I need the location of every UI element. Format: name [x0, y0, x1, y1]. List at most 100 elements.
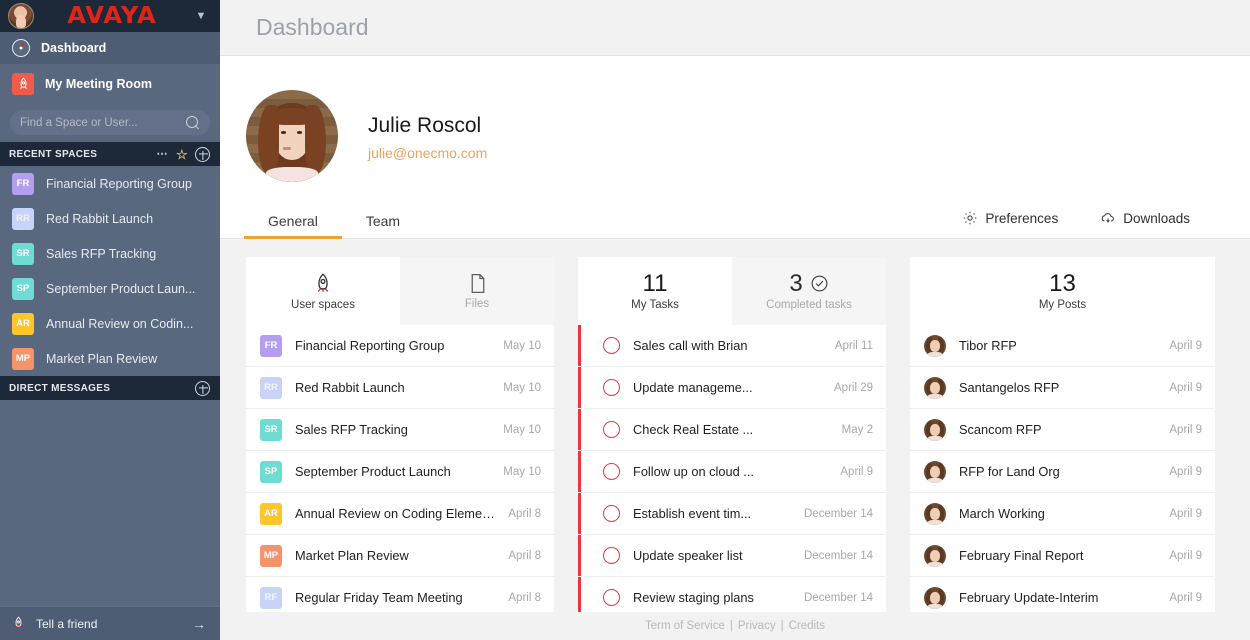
tab-team[interactable]: Team	[342, 207, 424, 238]
tab-general[interactable]: General	[244, 207, 342, 239]
main-area: Dashboard Julie Roscol julie@onecmo.com …	[220, 0, 1250, 640]
list-item-date: April 8	[508, 507, 541, 520]
post-row[interactable]: February Final Report April 9	[910, 535, 1215, 577]
list-item[interactable]: FR Financial Reporting Group May 10	[246, 325, 554, 367]
footer-credits-link[interactable]: Credits	[789, 620, 825, 632]
top-bar: Dashboard	[220, 0, 1250, 56]
post-row[interactable]: Tibor RFP April 9	[910, 325, 1215, 367]
post-row[interactable]: February Update-Interim April 9	[910, 577, 1215, 612]
plus-circle-icon[interactable]	[195, 146, 210, 162]
avatar[interactable]	[246, 90, 338, 182]
post-author-avatar	[924, 586, 946, 609]
tab-my-posts[interactable]: 13 My Posts	[910, 257, 1215, 325]
post-row[interactable]: March Working April 9	[910, 493, 1215, 535]
space-initials-badge: RF	[260, 586, 282, 609]
space-name: Market Plan Review	[46, 351, 158, 366]
my-posts-count: 13	[1049, 269, 1076, 297]
tab-user-spaces-label: User spaces	[291, 298, 355, 311]
task-row[interactable]: Update speaker list December 14	[578, 535, 886, 577]
ellipsis-icon[interactable]: ⋯	[157, 148, 170, 160]
task-checkbox[interactable]	[603, 379, 620, 396]
plus-circle-icon[interactable]	[195, 380, 210, 396]
profile-info: Julie Roscol julie@onecmo.com	[368, 111, 487, 160]
tasks-list: Sales call with Brian April 11 Update mana…	[578, 325, 886, 612]
post-row[interactable]: Santangelos RFP April 9	[910, 367, 1215, 409]
task-checkbox[interactable]	[603, 589, 620, 606]
task-row[interactable]: Sales call with Brian April 11	[578, 325, 886, 367]
task-date: December 14	[803, 591, 873, 604]
list-item[interactable]: SR Sales RFP Tracking May 10	[246, 409, 554, 451]
sidebar-space-item[interactable]: SP September Product Laun...	[0, 271, 220, 306]
list-item[interactable]: AR Annual Review on Coding Elements April …	[246, 493, 554, 535]
spaces-card: User spaces Files FR Financial Reporting …	[246, 257, 554, 612]
tell-a-friend-button[interactable]: Tell a friend →	[0, 606, 220, 640]
task-date: May 2	[841, 423, 873, 436]
downloads-button[interactable]: Downloads	[1100, 204, 1190, 238]
space-initials-badge: MP	[12, 347, 34, 370]
task-date: December 14	[803, 549, 873, 562]
preferences-button[interactable]: Preferences	[962, 204, 1058, 238]
space-name: Financial Reporting Group	[46, 176, 192, 191]
task-row[interactable]: Update manageme... April 29	[578, 367, 886, 409]
gauge-icon	[12, 39, 30, 57]
sidebar-space-item[interactable]: FR Financial Reporting Group	[0, 166, 220, 201]
task-checkbox[interactable]	[603, 337, 620, 354]
search-input[interactable]	[20, 116, 186, 129]
task-checkbox[interactable]	[603, 463, 620, 480]
completed-tasks-count: 3	[789, 269, 803, 297]
task-name: Review staging plans	[633, 590, 754, 605]
sidebar-item-my-meeting-room[interactable]: My Meeting Room	[0, 64, 220, 104]
tasks-card-tabs: 11 My Tasks 3 Completed tasks	[578, 257, 886, 325]
search-icon[interactable]	[186, 115, 200, 130]
star-icon[interactable]: ☆	[176, 148, 188, 161]
list-item[interactable]: RR Red Rabbit Launch May 10	[246, 367, 554, 409]
profile-email[interactable]: julie@onecmo.com	[368, 145, 487, 161]
tab-my-tasks[interactable]: 11 My Tasks	[578, 257, 732, 325]
task-row[interactable]: Check Real Estate ... May 2	[578, 409, 886, 451]
space-initials-badge: AR	[12, 312, 34, 335]
sidebar-search-wrap	[0, 104, 220, 142]
list-item[interactable]: SP September Product Launch May 10	[246, 451, 554, 493]
tab-user-spaces[interactable]: User spaces	[246, 257, 400, 325]
post-row[interactable]: RFP for Land Org April 9	[910, 451, 1215, 493]
list-item-date: May 10	[503, 339, 541, 352]
footer: Term of Service | Privacy | Credits	[220, 612, 1250, 640]
profile-section: Julie Roscol julie@onecmo.com General Te…	[220, 56, 1250, 239]
direct-messages-label: DIRECT MESSAGES	[9, 382, 111, 394]
task-checkbox[interactable]	[603, 421, 620, 438]
tab-files[interactable]: Files	[400, 257, 554, 325]
sidebar-space-item[interactable]: MP Market Plan Review	[0, 341, 220, 376]
task-date: December 14	[803, 507, 873, 520]
list-item-date: May 10	[503, 465, 541, 478]
tab-completed-tasks[interactable]: 3 Completed tasks	[732, 257, 886, 325]
sidebar-header: AVAYA ▼	[0, 0, 220, 32]
file-icon	[471, 274, 484, 293]
list-item[interactable]: MP Market Plan Review April 8	[246, 535, 554, 577]
sidebar-space-item[interactable]: RR Red Rabbit Launch	[0, 201, 220, 236]
recent-spaces-label: RECENT SPACES	[9, 148, 98, 160]
arrow-right-icon[interactable]: →	[192, 616, 206, 632]
list-item-name: Financial Reporting Group	[295, 338, 445, 353]
task-row[interactable]: Follow up on cloud ... April 9	[578, 451, 886, 493]
task-checkbox[interactable]	[603, 547, 620, 564]
app-root: AVAYA ▼ Dashboard My Meeting Room Find a…	[0, 0, 1250, 640]
search-box[interactable]	[10, 110, 210, 135]
space-initials-badge: FR	[260, 334, 282, 357]
space-initials-badge: RR	[12, 207, 34, 230]
sidebar-space-item[interactable]: SR Sales RFP Tracking	[0, 236, 220, 271]
sidebar-item-label-meeting-room: My Meeting Room	[45, 77, 152, 91]
tab-completed-tasks-label: Completed tasks	[766, 298, 852, 311]
sidebar-item-dashboard[interactable]: Dashboard	[0, 32, 220, 64]
task-checkbox[interactable]	[603, 505, 620, 522]
list-item[interactable]: RF Regular Friday Team Meeting April 8	[246, 577, 554, 612]
post-name: Scancom RFP	[959, 422, 1042, 437]
post-author-avatar	[924, 334, 946, 357]
task-row[interactable]: Establish event tim... December 14	[578, 493, 886, 535]
task-row[interactable]: Review staging plans December 14	[578, 577, 886, 612]
footer-terms-link[interactable]: Term of Service	[645, 620, 725, 632]
spaces-list: FR Financial Reporting Group May 10 RR Red R…	[246, 325, 554, 612]
footer-privacy-link[interactable]: Privacy	[738, 620, 776, 632]
post-row[interactable]: Scancom RFP April 9	[910, 409, 1215, 451]
rocket-icon	[10, 613, 26, 635]
sidebar-space-item[interactable]: AR Annual Review on Codin...	[0, 306, 220, 341]
